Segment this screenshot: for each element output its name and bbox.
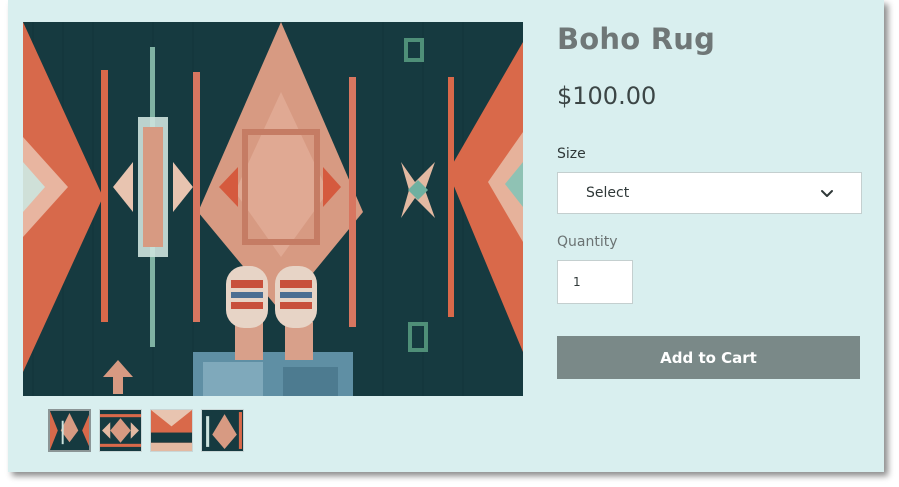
thumbnail-image [151, 410, 192, 451]
quantity-input[interactable] [557, 260, 633, 304]
thumbnail-4[interactable] [201, 409, 244, 452]
product-title: Boho Rug [557, 22, 716, 56]
product-main-image[interactable] [23, 22, 523, 396]
thumbnail-image [202, 410, 243, 451]
quantity-label: Quantity [557, 234, 618, 250]
thumbnail-image [50, 411, 89, 450]
thumbnail-3[interactable] [150, 409, 193, 452]
rug-photo [23, 22, 523, 396]
size-select[interactable]: Select [557, 172, 862, 214]
size-label: Size [557, 146, 586, 162]
thumbnail-1[interactable] [48, 409, 91, 452]
thumbnail-strip [48, 409, 244, 452]
chevron-down-icon [821, 190, 833, 197]
product-price: $100.00 [557, 82, 657, 110]
thumbnail-image [100, 410, 141, 451]
thumbnail-2[interactable] [99, 409, 142, 452]
product-card: Boho Rug $100.00 Size Select Quantity Ad… [8, 0, 884, 472]
size-select-value: Select [586, 185, 630, 201]
add-to-cart-button[interactable]: Add to Cart [557, 336, 860, 379]
